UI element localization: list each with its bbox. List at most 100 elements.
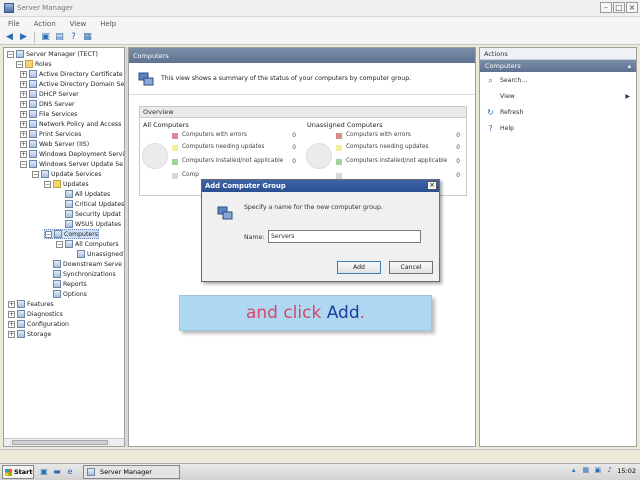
action-view[interactable]: View ▶ (480, 88, 636, 104)
tree-item-wds[interactable]: + Windows Deployment Servi (20, 149, 124, 159)
expand-icon[interactable]: + (20, 150, 27, 158)
cancel-button[interactable]: Cancel (389, 261, 433, 274)
powershell-icon[interactable]: ▬ (52, 467, 62, 477)
help-icon[interactable]: ? (68, 32, 79, 43)
tree-item-features[interactable]: + Features (8, 299, 54, 309)
taskbar-server-manager[interactable]: Server Manager (83, 465, 180, 479)
add-button[interactable]: Add (337, 261, 381, 274)
actions-subheader[interactable]: Computers ▴ (480, 60, 636, 72)
all-computers-title[interactable]: All Computers (143, 121, 300, 131)
expand-icon[interactable]: + (20, 70, 27, 78)
status-row[interactable]: Computers needing updates 0 (336, 143, 460, 153)
tree-item-updates[interactable]: − Updates (44, 179, 89, 189)
tree-item-server-manager[interactable]: − Server Manager (TECT) (7, 49, 98, 59)
action-refresh[interactable]: ↻ Refresh (480, 104, 636, 120)
tree-item-update-services[interactable]: − Update Services (32, 169, 101, 179)
unassigned-computers-title[interactable]: Unassigned Computers (307, 121, 464, 131)
collapse-icon[interactable]: − (32, 170, 39, 178)
expand-icon[interactable]: + (20, 130, 27, 138)
status-row[interactable]: Computers installed/not applicable 0 (172, 157, 296, 167)
start-button[interactable]: Start (2, 465, 34, 479)
expand-icon[interactable]: + (20, 80, 27, 88)
tree-item-wsus[interactable]: − Windows Server Update Se (20, 159, 123, 169)
internet-explorer-icon[interactable]: e (65, 467, 75, 477)
back-arrow-icon[interactable]: ◀ (4, 32, 15, 43)
expand-icon[interactable]: + (8, 300, 15, 308)
tree-item-print-services[interactable]: + Print Services (20, 129, 81, 139)
network-icon[interactable]: ▦ (581, 466, 590, 475)
tree-item-iis[interactable]: + Web Server (IIS) (20, 139, 89, 149)
collapse-icon[interactable]: − (7, 50, 14, 58)
tree-item-options[interactable]: Options (53, 289, 87, 299)
expand-icon[interactable]: + (8, 310, 15, 318)
tree-item-configuration[interactable]: + Configuration (8, 319, 69, 329)
server-manager-launch-icon[interactable]: ▣ (39, 467, 49, 477)
tray-app-icon[interactable]: ▣ (593, 466, 602, 475)
up-folder-icon[interactable]: ▣ (40, 32, 51, 43)
tree-item-diagnostics[interactable]: + Diagnostics (8, 309, 63, 319)
console-icon[interactable]: ▦ (82, 32, 93, 43)
status-row[interactable]: Computers with errors 0 (172, 131, 296, 141)
tree-item-storage[interactable]: + Storage (8, 329, 51, 339)
tree-item-npas[interactable]: + Network Policy and Access (20, 119, 121, 129)
action-help[interactable]: ? Help (480, 120, 636, 136)
minimize-button[interactable]: – (600, 2, 612, 13)
tree-item-dns[interactable]: + DNS Server (20, 99, 75, 109)
update-list-icon (65, 220, 73, 228)
status-row[interactable]: Computers installed/not applicable 0 (336, 157, 460, 167)
menu-file[interactable]: File (8, 20, 20, 28)
expand-icon[interactable]: + (20, 100, 27, 108)
installed-swatch (336, 159, 342, 165)
tree-item-all-computers[interactable]: − All Computers (56, 239, 119, 249)
tree-item-computers[interactable]: − Computers (44, 229, 99, 239)
show-tree-icon[interactable]: ▤ (54, 32, 65, 43)
collapse-icon[interactable]: − (44, 180, 51, 188)
tree-item-synchronizations[interactable]: Synchronizations (53, 269, 116, 279)
menu-help[interactable]: Help (100, 20, 116, 28)
role-icon (29, 110, 37, 118)
tree-item-reports[interactable]: Reports (53, 279, 87, 289)
options-icon (53, 290, 61, 298)
expand-icon[interactable]: + (20, 90, 27, 98)
action-search[interactable]: ⌕ Search... (480, 72, 636, 88)
expand-icon[interactable]: + (8, 330, 15, 338)
error-swatch (172, 133, 178, 139)
menu-action[interactable]: Action (34, 20, 56, 28)
computers-icon (54, 230, 62, 238)
tree-item-security-updates[interactable]: Security Updat (65, 209, 121, 219)
status-row[interactable]: Computers needing updates 0 (172, 143, 296, 153)
dialog-close-button[interactable]: × (427, 181, 437, 190)
tree-item-adds[interactable]: + Active Directory Domain Se (20, 79, 124, 89)
expand-icon[interactable]: + (8, 320, 15, 328)
tree-item-downstream-servers[interactable]: Downstream Serve (53, 259, 122, 269)
scrollbar-thumb[interactable] (12, 440, 108, 445)
tree-item-wsus-updates[interactable]: WSUS Updates (65, 219, 121, 229)
tree-item-critical-updates[interactable]: Critical Updates (65, 199, 124, 209)
group-name-input[interactable] (268, 230, 421, 243)
collapse-icon[interactable]: − (45, 230, 52, 238)
collapse-icon[interactable]: − (56, 240, 63, 248)
collapse-arrow-icon[interactable]: ▴ (628, 60, 631, 72)
clock[interactable]: 15:02 (617, 467, 636, 475)
collapse-icon[interactable]: − (20, 160, 27, 168)
tree-horizontal-scrollbar[interactable] (4, 438, 124, 446)
close-button[interactable]: × (626, 2, 638, 13)
tree-item-roles[interactable]: − Roles (16, 59, 52, 69)
help-icon: ? (488, 123, 493, 133)
collapse-icon[interactable]: − (16, 60, 23, 68)
menu-view[interactable]: View (70, 20, 87, 28)
tree-item-unassigned[interactable]: Unassigned (77, 249, 123, 259)
volume-icon[interactable]: ♪ (605, 466, 614, 475)
expand-icon[interactable]: + (20, 140, 27, 148)
expand-icon[interactable]: + (20, 110, 27, 118)
tray-arrow-icon[interactable]: ▴ (569, 466, 578, 475)
tree-item-all-updates[interactable]: All Updates (65, 189, 110, 199)
maximize-button[interactable]: □ (613, 2, 625, 13)
update-list-icon (65, 190, 73, 198)
tree-item-adcs[interactable]: + Active Directory Certificate (20, 69, 123, 79)
tree-item-file-services[interactable]: + File Services (20, 109, 77, 119)
tree-item-dhcp[interactable]: + DHCP Server (20, 89, 79, 99)
expand-icon[interactable]: + (20, 120, 27, 128)
forward-arrow-icon[interactable]: ▶ (18, 32, 29, 43)
status-row[interactable]: Computers with errors 0 (336, 131, 460, 141)
